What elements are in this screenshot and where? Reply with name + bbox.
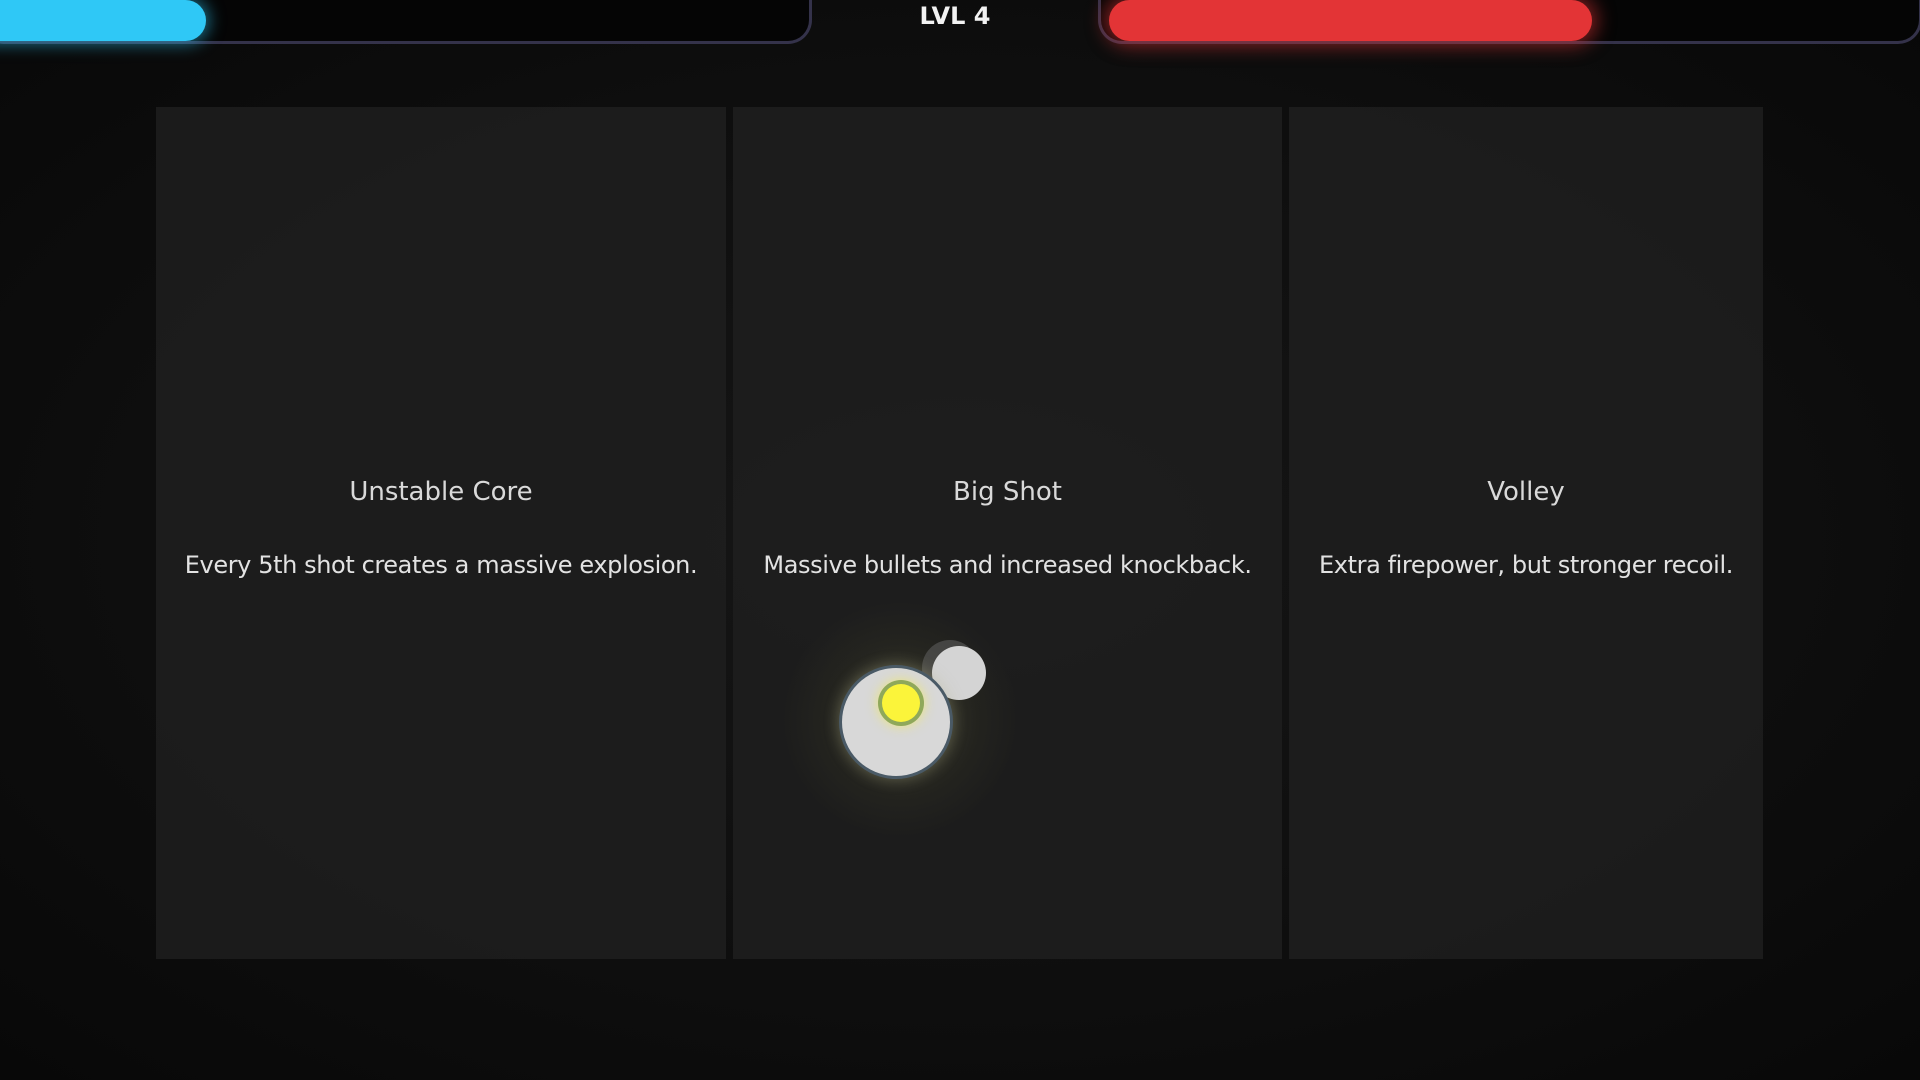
player-core	[882, 684, 920, 722]
upgrade-description: Every 5th shot creates a massive explosi…	[184, 551, 698, 579]
xp-bar-fill	[0, 0, 206, 41]
upgrade-title: Unstable Core	[349, 477, 533, 507]
upgrade-title: Volley	[1487, 477, 1565, 507]
player-sprite-icon	[780, 600, 1020, 840]
upgrade-description: Extra firepower, but stronger recoil.	[1319, 551, 1733, 579]
upgrade-description: Massive bullets and increased knockback.	[763, 551, 1252, 579]
health-bar-fill	[1109, 0, 1592, 41]
upgrade-card-unstable-core[interactable]: Unstable Core Every 5th shot creates a m…	[156, 107, 726, 959]
upgrade-card-volley[interactable]: Volley Extra firepower, but stronger rec…	[1289, 107, 1763, 959]
upgrade-title: Big Shot	[953, 477, 1062, 507]
hud: LVL 4	[0, 0, 1920, 60]
level-indicator: LVL 4	[919, 2, 991, 30]
xp-bar	[0, 0, 812, 44]
health-bar	[1098, 0, 1920, 44]
